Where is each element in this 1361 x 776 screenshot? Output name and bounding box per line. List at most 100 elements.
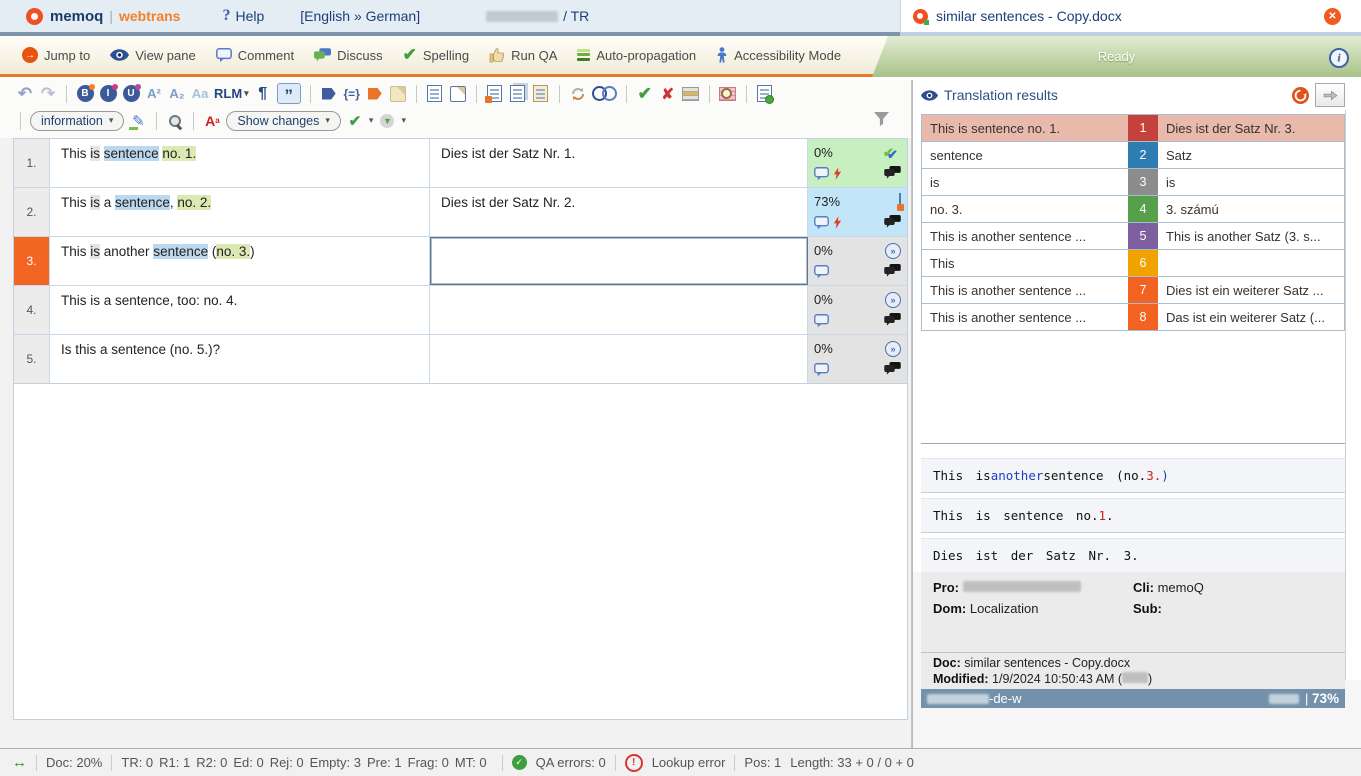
- source-cell[interactable]: This is another sentence (no. 3.): [50, 237, 430, 285]
- brand-memoq: memoq: [50, 8, 103, 25]
- document-tab[interactable]: similar sentences - Copy.docx ✕: [900, 0, 1361, 32]
- result-row[interactable]: is 3 is: [922, 169, 1344, 196]
- copy-tag-icon[interactable]: [368, 88, 382, 100]
- resize-arrows-icon[interactable]: ↔: [12, 754, 27, 771]
- separator: [626, 85, 627, 103]
- language-pair[interactable]: [English » German]: [300, 8, 420, 24]
- special-characters-button[interactable]: ¶: [254, 84, 272, 103]
- view-pane-button[interactable]: View pane: [100, 48, 205, 63]
- close-document-icon[interactable]: ✕: [1324, 8, 1341, 25]
- source-cell[interactable]: This is sentence no. 1.: [50, 139, 430, 187]
- confirm-options-icon[interactable]: ✔: [346, 111, 364, 130]
- result-row[interactable]: no. 3. 4 3. számú: [922, 196, 1344, 223]
- search-icon[interactable]: [169, 115, 181, 127]
- result-row[interactable]: sentence 2 Satz: [922, 142, 1344, 169]
- edit-tag-icon[interactable]: [390, 86, 406, 102]
- segment-number[interactable]: 4.: [14, 286, 50, 334]
- target-cell[interactable]: [430, 286, 808, 334]
- lookup-error-label[interactable]: Lookup error: [652, 755, 726, 770]
- filter-funnel-icon[interactable]: [874, 112, 889, 129]
- undo-icon[interactable]: ↶: [16, 84, 34, 103]
- comment-button[interactable]: Comment: [206, 48, 304, 63]
- meta-doc-value: similar sentences - Copy.docx: [964, 656, 1130, 670]
- target-cell[interactable]: [430, 335, 808, 383]
- font-substitution-icon[interactable]: Aa: [203, 111, 221, 130]
- target-cell[interactable]: Dies ist der Satz Nr. 2.: [430, 188, 808, 236]
- subscript-button[interactable]: A₂: [168, 84, 186, 103]
- segment-number[interactable]: 1.: [14, 139, 50, 187]
- redo-icon[interactable]: ↷: [39, 84, 57, 103]
- comment-bubble-icon[interactable]: [814, 314, 829, 328]
- insert-result-button[interactable]: [1315, 83, 1345, 107]
- comment-bubble-icon[interactable]: [814, 216, 829, 230]
- pretranslate-caret[interactable]: ▾: [401, 115, 406, 126]
- copy-all-icon[interactable]: [510, 85, 525, 102]
- auto-propagation-button[interactable]: Auto-propagation: [567, 48, 706, 63]
- concordance-icon[interactable]: [592, 84, 617, 103]
- spelling-button[interactable]: ✔ Spelling: [393, 45, 480, 65]
- result-source: sentence: [922, 142, 1128, 168]
- highlighter-icon[interactable]: ✎: [129, 111, 147, 130]
- confirm-segment-icon[interactable]: ✔: [636, 84, 654, 103]
- discussion-bubbles-icon[interactable]: [884, 362, 901, 375]
- rlm-dropdown[interactable]: RLM▾: [214, 84, 249, 103]
- segment-number[interactable]: 2.: [14, 188, 50, 236]
- results-scrollbar-gutter[interactable]: [1345, 110, 1361, 680]
- find-in-rows-icon[interactable]: [719, 87, 736, 101]
- smart-quotes-toggle[interactable]: ”: [277, 83, 301, 104]
- result-target: Satz: [1158, 142, 1344, 168]
- target-cell-editing[interactable]: [430, 237, 808, 285]
- accessibility-mode-button[interactable]: Accessibility Mode: [706, 47, 851, 63]
- target-cell[interactable]: Dies ist der Satz Nr. 1.: [430, 139, 808, 187]
- bold-button[interactable]: B: [77, 85, 94, 102]
- separator: [615, 755, 616, 771]
- pretranslate-icon[interactable]: ▼: [380, 114, 394, 128]
- compare-tm-source: This is sentence no. 1.: [921, 498, 1345, 533]
- comment-bubble-icon[interactable]: [814, 167, 829, 181]
- insert-all-tags-icon[interactable]: {=}: [343, 84, 361, 103]
- change-case-button[interactable]: Aa: [191, 84, 209, 103]
- source-cell[interactable]: This is a sentence, too: no. 4.: [50, 286, 430, 334]
- refresh-results-icon[interactable]: [1292, 87, 1309, 104]
- superscript-button[interactable]: A²: [145, 84, 163, 103]
- segment-number-active[interactable]: 3.: [14, 237, 50, 285]
- discussion-bubbles-icon[interactable]: [884, 215, 901, 228]
- sync-icon[interactable]: [570, 86, 586, 102]
- remove-changes-icon[interactable]: [450, 86, 466, 102]
- copy-source-to-target-icon[interactable]: [487, 85, 502, 102]
- result-row[interactable]: This is sentence no. 1. 1 Dies ist der S…: [922, 115, 1344, 142]
- underline-button[interactable]: U: [123, 85, 140, 102]
- comment-bubble-icon[interactable]: [814, 363, 829, 377]
- information-filter-dropdown[interactable]: information ▾: [30, 111, 124, 131]
- source-cell[interactable]: This is a sentence, no. 2.: [50, 188, 430, 236]
- segment-number[interactable]: 5.: [14, 335, 50, 383]
- jump-to-button[interactable]: → Jump to: [12, 47, 100, 63]
- show-changes-dropdown[interactable]: Show changes ▾: [226, 111, 341, 131]
- info-icon[interactable]: i: [1329, 48, 1349, 68]
- confirm-options-caret[interactable]: ▾: [369, 115, 374, 126]
- help-button[interactable]: ? Help: [222, 7, 264, 25]
- result-row[interactable]: This is another sentence ... 7 Dies ist …: [922, 277, 1344, 304]
- tm-separator: |: [1305, 691, 1308, 706]
- run-qa-button[interactable]: Run QA: [479, 47, 567, 63]
- compare-current-source: This is another sentence (no. 3.): [921, 458, 1345, 493]
- propagate-icon[interactable]: [533, 85, 548, 102]
- discuss-button[interactable]: Discuss: [304, 48, 393, 63]
- source-cell[interactable]: Is this a sentence (no. 5.)?: [50, 335, 430, 383]
- discussion-bubbles-icon[interactable]: [884, 313, 901, 326]
- discussion-bubbles-icon[interactable]: [884, 264, 901, 277]
- lock-segment-icon[interactable]: [682, 87, 699, 101]
- discussion-bubbles-icon[interactable]: [884, 166, 901, 179]
- separator: [559, 85, 560, 103]
- brand-divider: |: [109, 8, 113, 24]
- italic-button[interactable]: I: [100, 85, 117, 102]
- result-row[interactable]: This is another sentence ... 5 This is a…: [922, 223, 1344, 250]
- result-row[interactable]: This 6: [922, 250, 1344, 277]
- insert-tag-icon[interactable]: [322, 88, 336, 100]
- tm-name-bar: -de-w | 73%: [921, 689, 1345, 708]
- result-row[interactable]: This is another sentence ... 8 Das ist e…: [922, 304, 1344, 331]
- reject-segment-icon[interactable]: ✘: [659, 84, 677, 103]
- comment-bubble-icon[interactable]: [814, 265, 829, 279]
- track-changes-icon[interactable]: [427, 85, 442, 102]
- add-term-icon[interactable]: [757, 85, 772, 102]
